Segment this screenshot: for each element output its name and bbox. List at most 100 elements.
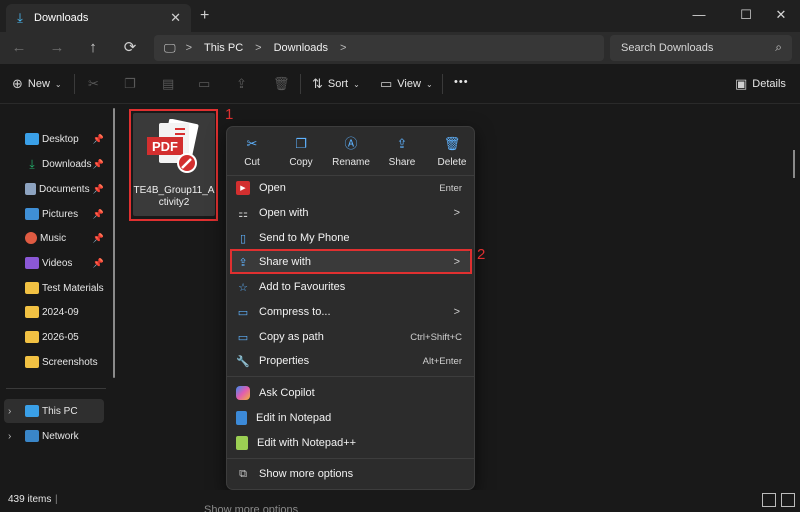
view-icon: ▭ [380, 76, 393, 91]
quick-action-label: Share [388, 157, 416, 168]
menu-item-label: Compress to... [259, 306, 331, 318]
documents-icon [25, 183, 36, 195]
sidebar-item-screenshots[interactable]: Screenshots [0, 350, 112, 374]
minimize-button[interactable]: — [684, 2, 714, 28]
sidebar-item-label: 2026-05 [42, 331, 79, 343]
breadcrumb-downloads[interactable]: Downloads [274, 42, 328, 54]
maximize-button[interactable]: ☐ [731, 2, 761, 28]
menu-divider [227, 376, 474, 377]
sidebar-item-network[interactable]: › Network [0, 424, 112, 448]
sidebar-item-label: Videos [42, 257, 73, 269]
tiles-view-button[interactable] [781, 493, 795, 507]
sidebar-item-2024-09[interactable]: 2024-09 [0, 300, 112, 324]
up-button[interactable]: ↑ [81, 37, 105, 59]
sidebar-item-label: This PC [42, 405, 78, 417]
shortcut-label: Ctrl+Shift+C [410, 331, 462, 343]
annotation-number-2: 2 [477, 246, 486, 263]
tab-close-icon[interactable]: ✕ [170, 10, 181, 26]
paste-icon: ▤ [162, 76, 175, 91]
pdf-icon: ▶ [236, 181, 250, 195]
folder-icon [25, 306, 39, 318]
address-row: ← → ↑ ⟳ 🖵 > This PC > Downloads > Search… [0, 32, 800, 64]
sidebar-item-this-pc[interactable]: › This PC [4, 399, 104, 423]
command-bar: ⊕ New ⌄ ✂ ❐ ▤ ▭ ⇪ 🗑 ⇅ Sort ⌄ ▭ View ⌄ ••… [0, 64, 800, 104]
paste-button[interactable]: ▤ [162, 76, 174, 92]
new-button[interactable]: ⊕ New ⌄ [12, 76, 62, 92]
menu-item-properties[interactable]: 🔧 Properties Alt+Enter [231, 349, 470, 373]
sidebar-item-pictures[interactable]: Pictures 📌 [0, 202, 112, 226]
copy-button[interactable]: ❐ [124, 76, 136, 92]
menu-item-label: Edit with Notepad++ [257, 437, 357, 449]
pin-icon: 📌 [92, 257, 104, 268]
context-copy-button[interactable]: ❐ Copy [276, 135, 326, 175]
rename-button[interactable]: ▭ [198, 76, 210, 92]
sort-icon: ⇅ [312, 76, 323, 91]
sidebar-item-label: Desktop [42, 133, 79, 145]
cut-icon: ✂ [246, 136, 258, 151]
chevron-down-icon: ⌄ [353, 79, 360, 89]
chevron-right-icon[interactable]: › [8, 406, 11, 417]
desktop-icon [25, 133, 39, 145]
tab-downloads[interactable]: ⤓ Downloads ✕ [6, 4, 191, 32]
sidebar-item-documents[interactable]: Documents 📌 [0, 177, 112, 201]
menu-item-send-to-phone[interactable]: ▯ Send to My Phone [231, 226, 470, 250]
this-pc-icon [25, 405, 39, 417]
menu-item-show-more-options[interactable]: ⧉ Show more options [231, 462, 470, 486]
context-rename-button[interactable]: Ⓐ Rename [326, 135, 376, 175]
menu-item-open[interactable]: ▶ Open Enter [231, 176, 470, 200]
context-menu: ✂ Cut ❐ Copy Ⓐ Rename ⇪ Share 🗑 Delete ▶… [226, 126, 475, 490]
back-button[interactable]: ← [7, 37, 31, 59]
menu-item-label: Send to My Phone [259, 232, 350, 244]
menu-item-edit-with-notepadpp[interactable]: Edit with Notepad++ [231, 431, 470, 455]
forward-button[interactable]: → [45, 37, 69, 59]
menu-item-open-with[interactable]: ⚏ Open with > [231, 201, 470, 225]
context-cut-button[interactable]: ✂ Cut [227, 135, 277, 175]
context-share-button[interactable]: ⇪ Share [377, 135, 427, 175]
details-label: Details [752, 78, 786, 90]
sidebar-item-label: Downloads [42, 158, 92, 170]
see-more-button[interactable]: ••• [454, 76, 469, 88]
share-icon: ⇪ [236, 76, 247, 91]
view-button[interactable]: ▭ View ⌄ [380, 76, 433, 92]
quick-action-label: Copy [289, 157, 313, 168]
cut-button[interactable]: ✂ [88, 76, 99, 92]
sidebar-item-desktop[interactable]: Desktop 📌 [0, 127, 112, 151]
copy-path-icon: ▭ [237, 331, 249, 344]
sidebar-item-label: Pictures [42, 208, 79, 220]
address-bar[interactable]: 🖵 > This PC > Downloads > [154, 35, 604, 61]
new-tab-button[interactable]: + [200, 7, 209, 25]
sidebar-item-videos[interactable]: Videos 📌 [0, 251, 112, 275]
details-button[interactable]: ▣ Details [735, 76, 786, 92]
star-icon: ☆ [238, 281, 248, 294]
refresh-button[interactable]: ⟳ [118, 37, 142, 59]
delete-button[interactable]: 🗑 [273, 76, 290, 92]
menu-item-add-to-favourites[interactable]: ☆ Add to Favourites [231, 275, 470, 299]
pin-icon: 📌 [92, 208, 104, 219]
menu-item-compress-to[interactable]: ▭ Compress to... > [231, 300, 470, 324]
sidebar-item-downloads[interactable]: ⤓ Downloads 📌 [0, 152, 112, 176]
folder-icon [25, 356, 39, 368]
chevron-down-icon: ⌄ [425, 79, 433, 89]
sort-button[interactable]: ⇅ Sort ⌄ [312, 76, 360, 92]
sidebar-scrollbar[interactable] [113, 108, 115, 378]
content-scrollbar[interactable] [793, 150, 795, 178]
context-delete-button[interactable]: 🗑 Delete [427, 135, 477, 175]
folder-icon [25, 282, 39, 294]
share-icon: ⇪ [396, 136, 408, 151]
search-input[interactable]: Search Downloads ⌕ [610, 35, 792, 61]
menu-item-edit-in-notepad[interactable]: Edit in Notepad [231, 406, 470, 430]
sidebar-item-music[interactable]: Music 📌 [0, 226, 112, 250]
chevron-right-icon[interactable]: › [8, 431, 11, 442]
sidebar-item-test-materials[interactable]: Test Materials [0, 276, 112, 300]
quick-action-label: Delete [437, 157, 467, 168]
menu-item-ask-copilot[interactable]: Ask Copilot [231, 381, 470, 405]
menu-item-label: Add to Favourites [259, 281, 346, 293]
sidebar-item-label: Network [42, 430, 79, 442]
share-button[interactable]: ⇪ [236, 76, 247, 92]
details-view-button[interactable] [762, 493, 776, 507]
menu-item-label: Properties [259, 355, 310, 367]
sidebar-item-2026-05[interactable]: 2026-05 [0, 325, 112, 349]
menu-item-copy-as-path[interactable]: ▭ Copy as path Ctrl+Shift+C [231, 325, 470, 349]
breadcrumb-this-pc[interactable]: This PC [204, 42, 243, 54]
close-button[interactable]: ✕ [766, 2, 796, 28]
